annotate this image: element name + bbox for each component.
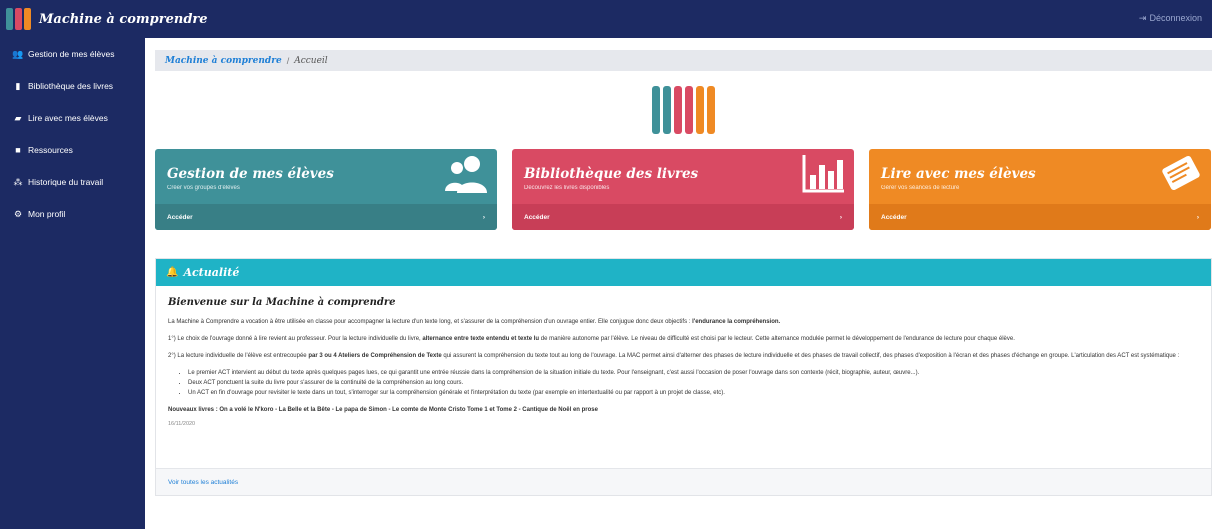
news-header: 🔔 Actualité xyxy=(156,259,1211,286)
card-read[interactable]: Lire avec mes élèves Gérer vos séances d… xyxy=(869,149,1211,230)
logout-link[interactable]: ⇥ Déconnexion xyxy=(1139,13,1202,24)
sidebar-item-profile[interactable]: ⚙ Mon profil xyxy=(0,198,145,230)
news-paragraph: 1°) Le choix de l'ouvrage donné à lire r… xyxy=(168,335,1198,343)
sidebar: 👥 Gestion de mes élèves ▮ Bibliothèque des… xyxy=(0,38,145,529)
news-body: Bienvenue sur la Machine à comprendre La… xyxy=(168,296,1198,429)
breadcrumb-current: Accueil xyxy=(294,55,328,66)
paragraph-text: qui assurent la compréhension du texte t… xyxy=(441,352,1180,359)
card-title: Bibliothèque des livres xyxy=(524,166,699,182)
dashboard-cards: Gestion de mes élèves Créer vos groupes … xyxy=(155,149,1212,230)
card-footer[interactable]: Accéder › xyxy=(155,204,497,230)
book-icon: ▰ xyxy=(14,112,22,123)
card-subtitle: Gérer vos séances de lecture xyxy=(881,185,960,191)
book-icon xyxy=(1162,155,1200,191)
new-books-text: Nouveaux livres : On a volé le N'koro - … xyxy=(168,407,598,414)
new-books: Nouveaux livres : On a volé le N'koro - … xyxy=(168,406,1198,414)
news-paragraph: 2°) La lecture individuelle de l'élève e… xyxy=(168,352,1198,360)
chevron-right-icon: › xyxy=(482,213,485,221)
card-action: Accéder xyxy=(167,213,193,221)
news-paragraph: La Machine à Comprendre a vocation à êtr… xyxy=(168,318,1198,326)
paragraph-text: La Machine à Comprendre a vocation à êtr… xyxy=(168,318,693,325)
card-footer[interactable]: Accéder › xyxy=(512,204,854,230)
card-action: Accéder xyxy=(524,213,550,221)
card-action: Accéder xyxy=(881,213,907,221)
sidebar-item-label: Lire avec mes élèves xyxy=(28,113,108,123)
paragraph-bold: alternance entre texte entendu et texte … xyxy=(422,335,540,342)
act-list: Le premier ACT intervient au début du te… xyxy=(168,369,1198,397)
sidebar-item-library[interactable]: ▮ Bibliothèque des livres xyxy=(0,70,145,102)
sidebar-item-label: Historique du travail xyxy=(28,177,104,187)
sidebar-item-label: Mon profil xyxy=(28,209,66,219)
news-date: 16/11/2020 xyxy=(168,421,196,428)
users-icon: 👥 xyxy=(12,48,24,59)
paragraph-bold: l'endurance la compréhension. xyxy=(692,318,781,325)
sidebar-item-students[interactable]: 👥 Gestion de mes élèves xyxy=(0,38,145,70)
bar-chart-icon: ▮ xyxy=(15,80,21,91)
card-title: Gestion de mes élèves xyxy=(167,166,334,182)
chevron-right-icon: › xyxy=(1196,213,1199,221)
paragraph-text: 1°) Le choix de l'ouvrage donné à lire r… xyxy=(168,335,423,342)
news-title: Bienvenue sur la Machine à comprendre xyxy=(168,297,396,308)
center-logo-icon xyxy=(652,86,715,134)
list-item: Le premier ACT intervient au début du te… xyxy=(188,369,1198,377)
bar-chart-icon xyxy=(802,155,844,193)
logout-label: Déconnexion xyxy=(1149,13,1202,23)
sidebar-item-read[interactable]: ▰ Lire avec mes élèves xyxy=(0,102,145,134)
sidebar-item-history[interactable]: ⁂ Historique du travail xyxy=(0,166,145,198)
brand[interactable]: Machine à comprendre xyxy=(6,6,208,32)
card-title: Lire avec mes élèves xyxy=(881,166,1036,182)
chevron-right-icon: › xyxy=(839,213,842,221)
sidebar-item-label: Gestion de mes élèves xyxy=(28,49,115,59)
app-title: Machine à comprendre xyxy=(39,11,208,27)
bell-icon: 🔔 xyxy=(166,267,179,278)
gear-icon: ⚙ xyxy=(13,208,23,219)
top-navbar: Machine à comprendre ⇥ Déconnexion xyxy=(0,0,1212,38)
main-content: Machine à comprendre / Accueil Gestion d… xyxy=(155,38,1212,529)
card-subtitle: Découvrez les livres disponibles xyxy=(524,185,610,191)
card-footer[interactable]: Accéder › xyxy=(869,204,1211,230)
news-panel: 🔔 Actualité Bienvenue sur la Machine à c… xyxy=(155,258,1212,496)
list-item: Deux ACT ponctuent la suite du livre pou… xyxy=(188,379,1198,387)
users-icon xyxy=(445,156,487,193)
list-item: Un ACT en fin d'ouvrage pour revisiter l… xyxy=(188,389,1198,397)
sign-out-icon: ⇥ xyxy=(1138,13,1147,23)
breadcrumb: Machine à comprendre / Accueil xyxy=(155,50,1212,71)
folder-icon: ■ xyxy=(15,145,21,155)
news-footer: Voir toutes les actualités xyxy=(156,468,1211,495)
breadcrumb-separator: / xyxy=(286,55,290,66)
breadcrumb-root-link[interactable]: Machine à comprendre xyxy=(165,56,282,66)
paragraph-text: 2°) La lecture individuelle de l'élève e… xyxy=(168,352,309,359)
card-subtitle: Créer vos groupes d'élèves xyxy=(167,185,240,191)
sitemap-icon: ⁂ xyxy=(13,176,23,187)
paragraph-bold: par 3 ou 4 Ateliers de Compréhension de … xyxy=(308,352,442,359)
sidebar-item-label: Ressources xyxy=(28,145,73,155)
paragraph-text: de manière autonome par l'élève. Le nive… xyxy=(539,335,1015,342)
app-logo-icon xyxy=(6,8,31,30)
news-header-title: Actualité xyxy=(183,266,240,279)
sidebar-item-label: Bibliothèque des livres xyxy=(28,81,114,91)
all-news-link[interactable]: Voir toutes les actualités xyxy=(168,479,238,486)
sidebar-item-resources[interactable]: ■ Ressources xyxy=(0,134,145,166)
card-students[interactable]: Gestion de mes élèves Créer vos groupes … xyxy=(155,149,497,230)
card-library[interactable]: Bibliothèque des livres Découvrez les li… xyxy=(512,149,854,230)
